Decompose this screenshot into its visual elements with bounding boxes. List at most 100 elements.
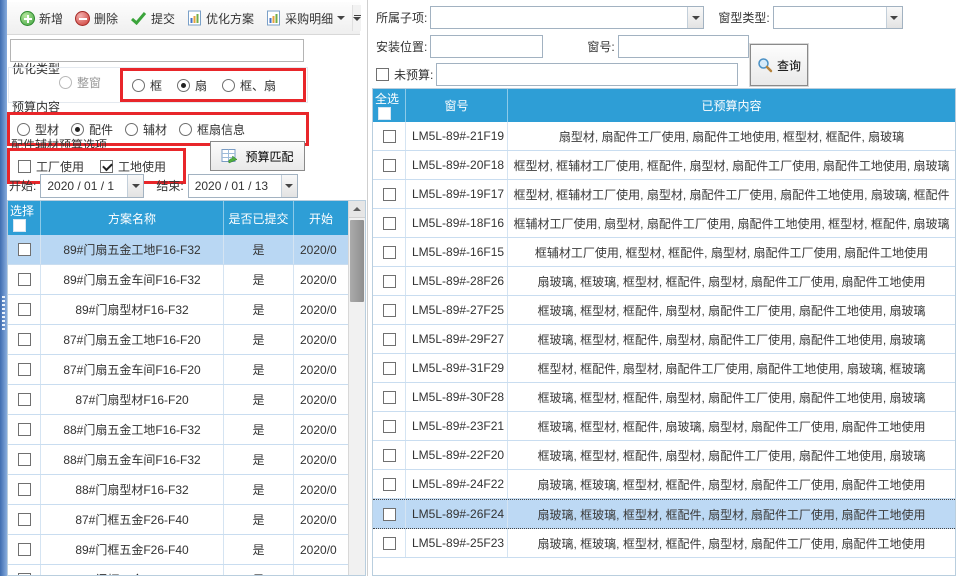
query-button[interactable]: 查询: [750, 44, 808, 86]
window-row[interactable]: LM5L-89#-20F18 框型材, 框辅材工厂使用, 框配件, 扇型材, 扇…: [373, 151, 955, 180]
plan-row[interactable]: 87#门扇型材F16-F20 是 2020/0: [8, 385, 349, 415]
plan-name-cell: 87#门扇五金车间F16-F20: [41, 355, 224, 384]
chevron-down-icon[interactable]: [337, 16, 345, 20]
row-checkbox[interactable]: [18, 393, 31, 406]
plan-row[interactable]: 89#门扇五金车间F16-F32 是 2020/0: [8, 265, 349, 295]
row-checkbox[interactable]: [383, 333, 396, 346]
window-row[interactable]: LM5L-89#-27F25 框玻璃, 框型材, 框配件, 扇型材, 扇配件工厂…: [373, 296, 955, 325]
unbudgeted-checkbox[interactable]: [376, 68, 389, 81]
row-checkbox[interactable]: [383, 275, 396, 288]
radio-option[interactable]: 框: [132, 77, 162, 94]
row-checkbox[interactable]: [383, 362, 396, 375]
window-row[interactable]: LM5L-89#-30F28 框玻璃, 框型材, 框配件, 扇型材, 扇配件工厂…: [373, 383, 955, 412]
row-checkbox[interactable]: [383, 508, 396, 521]
window-row[interactable]: LM5L-89#-21F19 扇型材, 扇配件工厂使用, 扇配件工地使用, 框型…: [373, 122, 955, 151]
radio-option[interactable]: 型材: [17, 121, 59, 138]
row-checkbox[interactable]: [383, 304, 396, 317]
window-row[interactable]: LM5L-89#-19F17 框型材, 框辅材工厂使用, 扇型材, 扇配件工厂使…: [373, 180, 955, 209]
row-checkbox[interactable]: [383, 449, 396, 462]
row-checkbox[interactable]: [383, 217, 396, 230]
row-checkbox[interactable]: [18, 423, 31, 436]
submit-button[interactable]: 提交: [125, 7, 180, 30]
add-button[interactable]: 新增: [15, 7, 68, 30]
window-row[interactable]: LM5L-89#-23F21 框玻璃, 框型材, 框配件, 扇玻璃, 扇型材, …: [373, 412, 955, 441]
row-checkbox[interactable]: [383, 420, 396, 433]
row-checkbox[interactable]: [383, 159, 396, 172]
plan-row[interactable]: 87#门扇五金车间F16-F20 是 2020/0: [8, 355, 349, 385]
radio-option[interactable]: 扇: [177, 77, 207, 94]
window-row[interactable]: LM5L-89#-29F27 框玻璃, 框型材, 框配件, 扇型材, 扇配件工厂…: [373, 325, 955, 354]
plan-row[interactable]: 89#门扇型材F16-F32 是 2020/0: [8, 295, 349, 325]
window-no-cell: LM5L-89#-30F28: [406, 383, 508, 411]
row-checkbox[interactable]: [383, 188, 396, 201]
window-row[interactable]: LM5L-89#-16F15 框辅材工厂使用, 框型材, 框配件, 扇型材, 扇…: [373, 238, 955, 267]
end-date-picker[interactable]: 2020 / 01 / 13: [188, 174, 298, 198]
row-checkbox[interactable]: [383, 537, 396, 550]
row-checkbox[interactable]: [18, 363, 31, 376]
purchase-detail-button[interactable]: 采购明细: [261, 7, 350, 30]
radio-option[interactable]: 整窗: [59, 74, 101, 91]
window-row[interactable]: LM5L-89#-28F26 扇玻璃, 框玻璃, 框型材, 框配件, 扇型材, …: [373, 267, 955, 296]
row-checkbox[interactable]: [383, 246, 396, 259]
row-checkbox[interactable]: [18, 303, 31, 316]
select-all-column-header: 全选: [373, 89, 406, 122]
scrollbar-thumb[interactable]: [350, 220, 364, 302]
plan-row[interactable]: 89#门扇五金工地F16-F32 是 2020/0: [8, 235, 349, 265]
start-cell: 2020/0: [294, 325, 349, 354]
unbudgeted-input[interactable]: [436, 63, 738, 86]
magnifier-icon: [757, 57, 773, 73]
end-date-dropdown-button[interactable]: [281, 175, 297, 197]
window-no-input[interactable]: [618, 35, 749, 58]
plan-row[interactable]: 87#门扇五金工地F16-F20 是 2020/0: [8, 325, 349, 355]
radio-option[interactable]: 辅材: [125, 121, 167, 138]
row-checkbox[interactable]: [383, 391, 396, 404]
radio-option[interactable]: 配件: [71, 121, 113, 138]
row-checkbox[interactable]: [18, 543, 31, 556]
plan-row[interactable]: 88#门扇五金车间F16-F32 是 2020/0: [8, 445, 349, 475]
window-row[interactable]: LM5L-89#-25F23 扇玻璃, 框玻璃, 框型材, 框配件, 扇型材, …: [373, 529, 955, 558]
row-checkbox[interactable]: [18, 243, 31, 256]
row-checkbox[interactable]: [18, 483, 31, 496]
window-left-border: [0, 0, 7, 576]
plan-row[interactable]: 88#门框五金F21-F40 是 2020/0: [8, 565, 349, 576]
submitted-cell: 是: [224, 415, 294, 444]
optimize-plan-label: 优化方案: [206, 10, 254, 27]
select-all-checkbox[interactable]: [378, 107, 391, 120]
plan-row[interactable]: 88#门扇五金工地F16-F32 是 2020/0: [8, 415, 349, 445]
scroll-up-button[interactable]: [349, 201, 365, 218]
row-checkbox[interactable]: [18, 453, 31, 466]
start-date-dropdown-button[interactable]: [127, 175, 143, 197]
window-row[interactable]: LM5L-89#-26F24 扇玻璃, 框玻璃, 框型材, 框配件, 扇型材, …: [373, 499, 955, 529]
sub-item-dropdown[interactable]: [430, 6, 704, 29]
plan-row[interactable]: 87#门框五金F26-F40 是 2020/0: [8, 505, 349, 535]
select-all-checkbox[interactable]: [13, 219, 26, 232]
row-checkbox[interactable]: [18, 273, 31, 286]
checkbox-option[interactable]: 工厂使用: [18, 158, 84, 175]
window-row[interactable]: LM5L-89#-24F22 扇玻璃, 框玻璃, 框型材, 框配件, 扇型材, …: [373, 470, 955, 499]
splitter-grip[interactable]: [2, 296, 5, 332]
sub-item-dropdown-button[interactable]: [687, 7, 703, 28]
radio-option[interactable]: 框扇信息: [179, 121, 245, 138]
plan-name-cell: 87#门扇五金工地F16-F20: [41, 325, 224, 354]
window-row[interactable]: LM5L-89#-22F20 框玻璃, 框型材, 框配件, 扇型材, 扇配件工厂…: [373, 441, 955, 470]
delete-button[interactable]: 删除: [70, 7, 123, 30]
row-checkbox[interactable]: [383, 478, 396, 491]
budget-match-button[interactable]: 预算匹配: [210, 141, 305, 171]
toolbar-overflow-button[interactable]: [352, 5, 361, 31]
window-row[interactable]: LM5L-89#-31F29 框型材, 框配件, 扇型材, 扇配件工厂使用, 扇…: [373, 354, 955, 383]
optimize-plan-button[interactable]: 优化方案: [182, 7, 259, 30]
plan-filter-input[interactable]: [10, 39, 304, 62]
radio-option[interactable]: 框、扇: [222, 77, 276, 94]
window-type-dropdown-button[interactable]: [886, 7, 902, 28]
plan-row[interactable]: 88#门扇型材F16-F32 是 2020/0: [8, 475, 349, 505]
checkbox-option[interactable]: 工地使用: [100, 158, 166, 175]
plan-row[interactable]: 89#门框五金F26-F40 是 2020/0: [8, 535, 349, 565]
row-checkbox[interactable]: [18, 513, 31, 526]
row-checkbox[interactable]: [18, 333, 31, 346]
install-position-input[interactable]: [430, 35, 543, 58]
plan-table-scrollbar[interactable]: [348, 201, 365, 575]
start-date-picker[interactable]: 2020 / 01 / 1: [40, 174, 144, 198]
row-checkbox[interactable]: [383, 130, 396, 143]
window-row[interactable]: LM5L-89#-18F16 框辅材工厂使用, 扇型材, 扇配件工厂使用, 扇配…: [373, 209, 955, 238]
window-type-dropdown[interactable]: [773, 6, 903, 29]
